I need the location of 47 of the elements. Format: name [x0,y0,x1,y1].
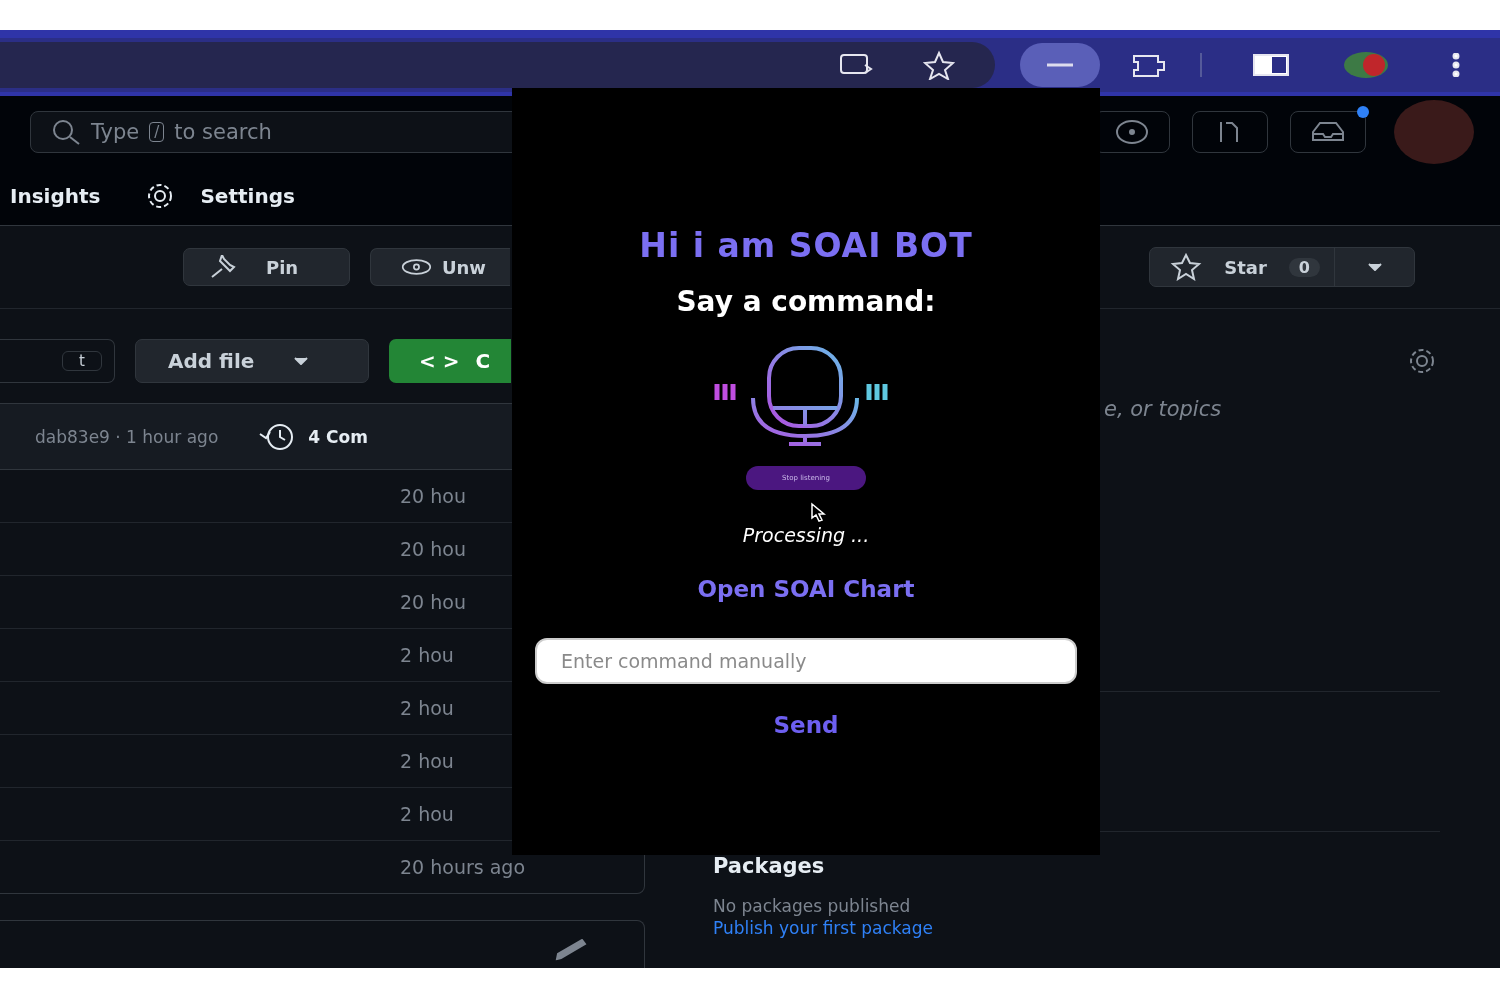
star-icon [923,50,955,80]
pin-button[interactable]: Pin [183,248,350,286]
commit-info: dab83e9 · 1 hour ago [35,426,219,447]
circle-dot-icon [1115,117,1149,146]
about-text: e, or topics [1104,397,1223,421]
status-text: Processing ... [742,524,870,546]
bookmark-star-icon[interactable] [923,50,955,80]
caret-icon [294,357,309,365]
globe-icon [1342,50,1390,80]
dots-icon [1452,53,1460,77]
watch-button[interactable]: Unw [370,248,510,286]
commits-link[interactable]: 4 Com [258,421,368,452]
pointer-icon [810,502,826,522]
extension-button[interactable] [1020,43,1100,87]
panel-icon [1252,53,1290,77]
prompt-text: Say a command: [676,285,936,318]
open-chart-link[interactable]: Open SOAI Chart [697,576,915,602]
command-input[interactable]: Enter command manually [535,638,1077,684]
side-panel-icon[interactable] [1252,53,1290,77]
send-button[interactable]: Send [773,712,839,738]
commit-time: 2 hou [400,803,454,825]
commit-time: 2 hou [400,697,454,719]
commit-time: 20 hours ago [400,856,525,878]
publish-link[interactable]: Publish your first package [713,918,1440,938]
code-button[interactable]: < > C [389,339,511,383]
pull-requests-button[interactable] [1192,110,1268,153]
pencil-icon [553,939,589,961]
commit-time: 20 hou [400,485,466,507]
menu-icon[interactable] [1452,53,1460,77]
commit-time: 2 hou [400,644,454,666]
caret-icon [1367,263,1382,271]
search-icon [51,117,81,146]
eye-icon [401,257,432,277]
commit-time: 20 hou [400,538,466,560]
popup-title: Hi i am SOAI BOT [639,226,973,265]
section-heading: Packages [713,854,826,878]
add-file-button[interactable]: Add file [135,339,369,383]
commit-time: 20 hou [400,591,466,613]
packages-text: No packages published [713,896,912,916]
star-count: 0 [1288,257,1320,277]
repo-tab[interactable]: Insights [10,184,121,208]
repo-tab[interactable]: Settings [142,181,315,211]
star-icon [1170,253,1203,281]
commit-time: 2 hou [400,750,454,772]
go-to-file-field[interactable]: t [0,339,115,383]
dash-icon [1047,62,1073,68]
inbox-icon [1310,119,1346,144]
